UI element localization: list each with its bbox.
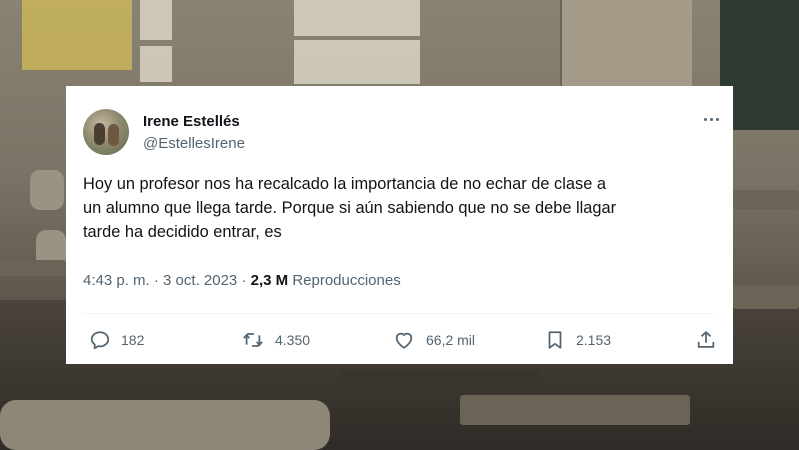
tweet-meta: 4:43 p. m. · 3 oct. 2023 · 2,3 M Reprodu… [83,272,401,289]
divider [83,313,715,314]
share-button[interactable] [695,326,717,354]
tweet-text: Hoy un profesor nos ha recalcado la impo… [83,172,713,244]
reply-count: 182 [121,332,145,348]
reply-button[interactable]: 182 [89,326,144,354]
bookmark-count: 2.153 [576,332,612,348]
author-name[interactable]: Irene Estellés [143,113,240,130]
tweet-actions: 182 4.350 66,2 mil 2.153 [83,326,723,354]
tweet-time[interactable]: 4:43 p. m. [83,272,150,289]
repost-count: 4.350 [275,332,311,348]
share-upload-icon [697,331,715,348]
like-button[interactable]: 66,2 mil [392,326,475,354]
avatar[interactable] [83,109,129,155]
repost-button[interactable]: 4.350 [241,326,310,354]
tweet-text-line: Hoy un profesor nos ha recalcado la impo… [83,175,606,193]
repost-arrows-icon [243,333,263,347]
reply-bubble-icon [90,331,110,350]
tweet-date[interactable]: 3 oct. 2023 [163,272,237,289]
views-label: Reproducciones [292,272,401,289]
views-count: 2,3 M [250,272,289,289]
bookmark-button[interactable]: 2.153 [544,326,611,354]
author-handle[interactable]: @EstellesIrene [143,135,245,152]
heart-icon [395,332,413,349]
tweet-text-line: tarde ha decidido entrar, es [83,223,282,241]
meta-separator: · [241,272,247,289]
tweet-card[interactable]: Irene Estellés @EstellesIrene Hoy un pro… [66,86,733,364]
like-count: 66,2 mil [426,332,476,348]
meta-separator: · [153,272,159,289]
more-dots-icon[interactable] [698,110,724,128]
bookmark-icon [548,331,562,349]
tweet-text-line: un alumno que llega tarde. Porque si aún… [83,199,617,217]
